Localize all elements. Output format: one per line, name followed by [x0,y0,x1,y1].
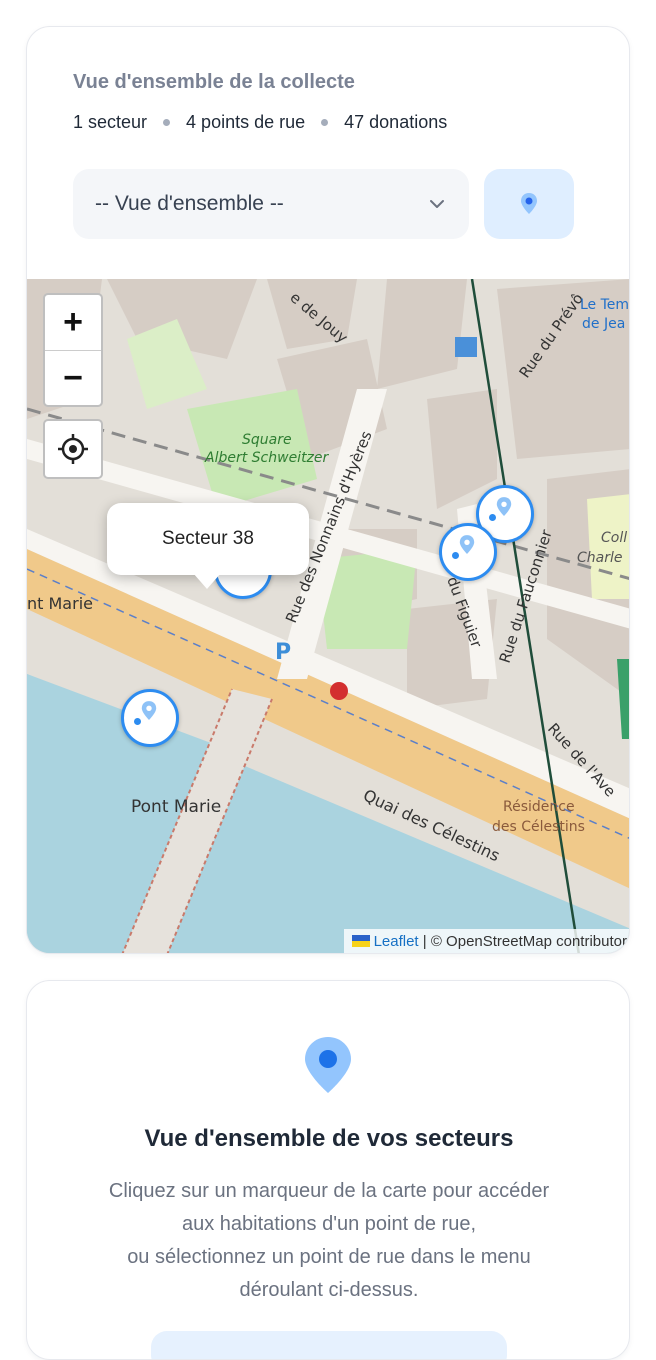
map-label-residence-2: des Célestins [492,819,585,835]
street-point-marker[interactable] [439,523,497,581]
zoom-control: + − [43,293,103,407]
select-value: -- Vue d'ensemble -- [95,192,284,215]
map-label-college-2: Charle [577,550,623,566]
zoom-out-button[interactable]: − [45,350,101,405]
info-line: Cliquez sur un marqueur de la carte pour… [108,1180,550,1202]
info-description: Cliquez sur un marqueur de la carte pour… [57,1175,601,1307]
info-line: aux habitations d'un point de rue, [181,1213,477,1235]
map-label-square-2: Albert Schweitzer [204,450,330,466]
chevron-down-icon [430,200,444,208]
map-label-temple-1: Le Tem [580,297,629,313]
stat-sectors: 1 secteur [73,112,148,132]
map-label-pont-street: nt Marie [27,594,93,613]
separator-dot [321,119,329,126]
info-action-button[interactable] [151,1331,507,1359]
sector-popup: Secteur 38 [107,503,309,575]
overview-stats: 1 secteur 4 points de rue 47 donations [73,112,447,133]
map-label-college-1: Coll [601,530,627,546]
map-pin-icon [496,497,512,516]
svg-text:P: P [275,640,291,665]
zoom-in-button[interactable]: + [45,295,101,350]
sector-map[interactable]: Quai des Célestins Pont Marie nt Marie R… [27,279,629,953]
stat-street-points: 4 points de rue [186,112,306,132]
marker-dot [452,552,459,559]
marker-dot [134,718,141,725]
map-label-pont: Pont Marie [131,797,221,817]
street-point-select[interactable]: -- Vue d'ensemble -- [73,169,469,239]
map-label-temple-2: de Jea [582,316,625,332]
sectors-info-card: Vue d'ensemble de vos secteurs Cliquez s… [26,980,630,1360]
locate-on-map-button[interactable] [484,169,574,239]
popup-tip [193,573,221,589]
geolocate-button[interactable] [43,419,103,479]
attribution-text: | © OpenStreetMap contributor [418,933,627,950]
collection-overview-card: Vue d'ensemble de la collecte 1 secteur … [26,26,630,954]
map-attribution: Leaflet | © OpenStreetMap contributor [343,929,629,953]
info-title: Vue d'ensemble de vos secteurs [144,1125,514,1152]
map-label-residence-1: Résidence [503,799,575,815]
marker-dot [489,514,496,521]
ukraine-flag-icon [351,935,370,947]
street-point-marker[interactable] [121,689,179,747]
map-pin-icon [141,701,157,720]
overview-title: Vue d'ensemble de la collecte [73,71,355,93]
crosshair-icon [58,434,88,464]
info-line: déroulant ci-dessus. [239,1279,419,1301]
info-line: ou sélectionnez un point de rue dans le … [127,1246,531,1268]
map-label-square-1: Square [242,432,292,448]
map-pin-icon [521,193,537,214]
map-tiles: Quai des Célestins Pont Marie nt Marie R… [27,279,629,953]
stat-donations: 47 donations [344,112,448,132]
leaflet-link[interactable]: Leaflet [374,933,419,950]
separator-dot [163,119,171,126]
map-pin-icon [459,535,475,554]
map-pin-icon [305,1037,351,1093]
